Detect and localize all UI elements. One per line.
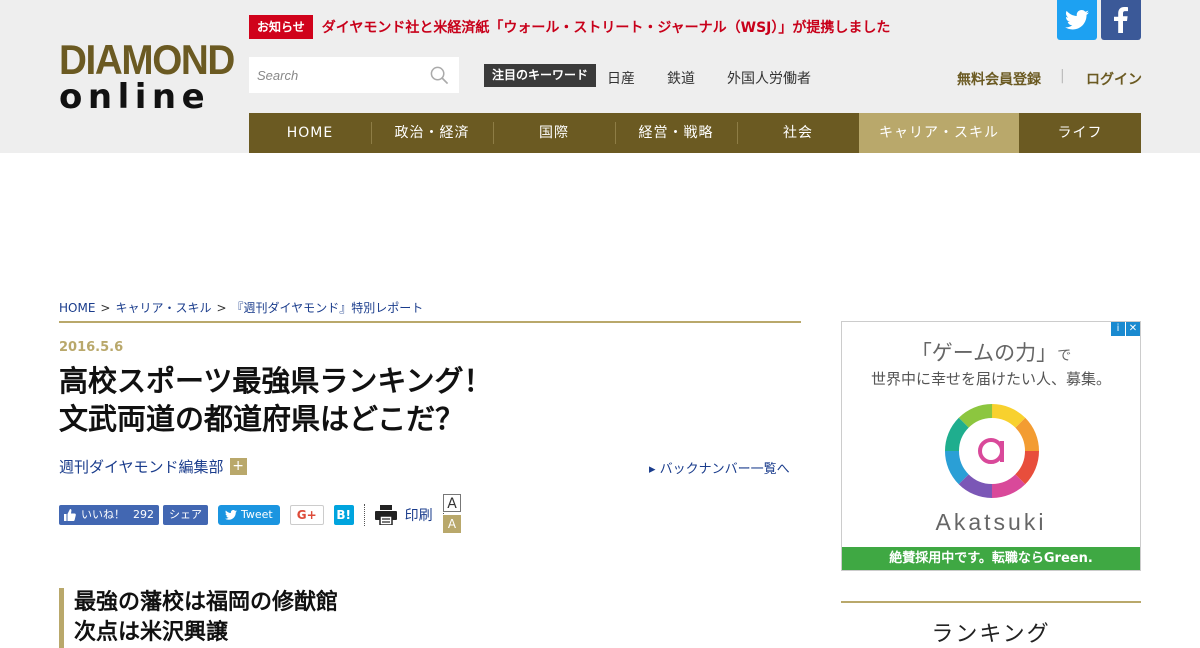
keyword-link[interactable]: 外国人労働者: [727, 68, 811, 88]
like-label: いいね！: [81, 508, 125, 521]
facebook-like-button[interactable]: いいね！ 292: [59, 505, 159, 525]
nav-career-skill[interactable]: キャリア・スキル: [859, 113, 1019, 153]
article-title: 高校スポーツ最強県ランキング！ 文武両道の都道府県はどこだ？: [59, 362, 801, 438]
sidebar-ad-banner[interactable]: i ✕ 「ゲームの力」で 世界中に幸せを届けたい人、募集。 Akatsuki 絶…: [841, 321, 1141, 571]
register-link[interactable]: 無料会員登録: [957, 69, 1041, 89]
search-box: [249, 57, 459, 93]
article-date: 2016.5.6: [59, 340, 124, 355]
font-size-small-button[interactable]: A: [443, 515, 461, 533]
ad-footer: 絶賛採用中です。転職ならGreen.: [842, 547, 1140, 570]
thumbs-up-icon: [64, 509, 76, 521]
ad-headline: 「ゲームの力」で: [842, 337, 1140, 367]
nav-politics-economy[interactable]: 政治・経済: [371, 113, 493, 153]
login-link[interactable]: ログイン: [1086, 69, 1142, 89]
share-bar: いいね！ 292 シェア Tweet G+ B! 印刷: [59, 504, 444, 526]
notice-bar: お知らせ ダイヤモンド社と米経済紙「ウォール・ストリート・ジャーナル（WSJ）」…: [249, 15, 890, 39]
notice-tag: お知らせ: [249, 15, 313, 39]
ad-headline-suffix: で: [1057, 348, 1072, 364]
article-subheading: 最強の藩校は福岡の修猷館 次点は米沢興譲: [59, 588, 338, 648]
hatena-bookmark-button[interactable]: B!: [333, 505, 354, 525]
subheading-line2: 次点は米沢興譲: [74, 620, 229, 645]
breadcrumb-separator: >: [216, 301, 227, 315]
breadcrumb-divider: [59, 321, 801, 323]
breadcrumb-home[interactable]: HOME: [59, 301, 95, 315]
keyword-label: 注目のキーワード: [484, 64, 597, 87]
article-title-line2: 文武両道の都道府県はどこだ？: [59, 402, 465, 436]
keyword-link[interactable]: 日産: [607, 68, 635, 88]
printer-icon: [374, 505, 397, 525]
account-separator: |: [1060, 68, 1065, 84]
share-divider: [363, 504, 365, 526]
ad-choices[interactable]: i ✕: [1110, 322, 1140, 336]
tweet-label: Tweet: [241, 508, 273, 521]
ad-close-icon[interactable]: ✕: [1126, 322, 1140, 336]
breadcrumb-series[interactable]: 『週刊ダイヤモンド』特別レポート: [232, 301, 424, 315]
nav-life[interactable]: ライフ: [1019, 113, 1141, 153]
nav-home[interactable]: HOME: [249, 113, 371, 153]
ad-headline-main: 「ゲームの力」: [910, 341, 1058, 365]
site-logo[interactable]: DIAMOND online: [59, 36, 235, 117]
breadcrumb: HOME > キャリア・スキル > 『週刊ダイヤモンド』特別レポート: [59, 299, 423, 316]
article-title-line1: 高校スポーツ最強県ランキング！: [59, 364, 493, 398]
facebook-button[interactable]: [1101, 0, 1141, 40]
logo-line1: DIAMOND: [59, 36, 235, 83]
nav-management-strategy[interactable]: 経営・戦略: [615, 113, 737, 153]
breadcrumb-career[interactable]: キャリア・スキル: [115, 301, 211, 315]
breadcrumb-separator: >: [100, 301, 111, 315]
twitter-button[interactable]: [1057, 0, 1097, 40]
tweet-button[interactable]: Tweet: [218, 505, 280, 525]
subheading-line1: 最強の藩校は福岡の修猷館: [74, 590, 339, 615]
google-plus-button[interactable]: G+: [289, 505, 324, 525]
search-input[interactable]: [249, 57, 425, 93]
logo-line2: online: [59, 77, 211, 117]
keyword-link[interactable]: 鉄道: [667, 68, 695, 88]
facebook-icon: [1114, 7, 1128, 33]
ad-info-icon[interactable]: i: [1111, 322, 1125, 336]
ad-brand-name: Akatsuki: [935, 509, 1047, 535]
site-header: DIAMOND online お知らせ ダイヤモンド社と米経済紙「ウォール・スト…: [0, 0, 1200, 153]
article-author: 週刊ダイヤモンド編集部 +: [59, 456, 247, 477]
facebook-share-button[interactable]: シェア: [163, 505, 208, 525]
notice-link[interactable]: ダイヤモンド社と米経済紙「ウォール・ストリート・ジャーナル（WSJ）」が提携しま…: [322, 17, 891, 37]
nav-society[interactable]: 社会: [737, 113, 859, 153]
twitter-icon: [225, 510, 237, 520]
print-label: 印刷: [404, 508, 433, 524]
search-icon[interactable]: [430, 66, 449, 89]
print-button[interactable]: 印刷: [374, 505, 433, 525]
author-link[interactable]: 週刊ダイヤモンド編集部: [59, 456, 224, 477]
font-size-large-button[interactable]: A: [443, 494, 461, 512]
akatsuki-logo-icon: [945, 404, 1039, 498]
nav-international[interactable]: 国際: [493, 113, 615, 153]
twitter-icon: [1065, 10, 1089, 30]
font-size-switcher: A A: [443, 494, 461, 533]
follow-author-button[interactable]: +: [229, 458, 247, 475]
ranking-divider: [841, 601, 1141, 603]
like-count: 292: [133, 508, 154, 521]
ranking-title: ランキング: [931, 622, 1051, 647]
ad-subline: 世界中に幸せを届けたい人、募集。: [870, 370, 1111, 388]
backnumber-link[interactable]: ▸ バックナンバー一覧へ: [649, 458, 790, 477]
main-nav: HOME 政治・経済 国際 経営・戦略 社会 キャリア・スキル ライフ: [249, 113, 1141, 153]
